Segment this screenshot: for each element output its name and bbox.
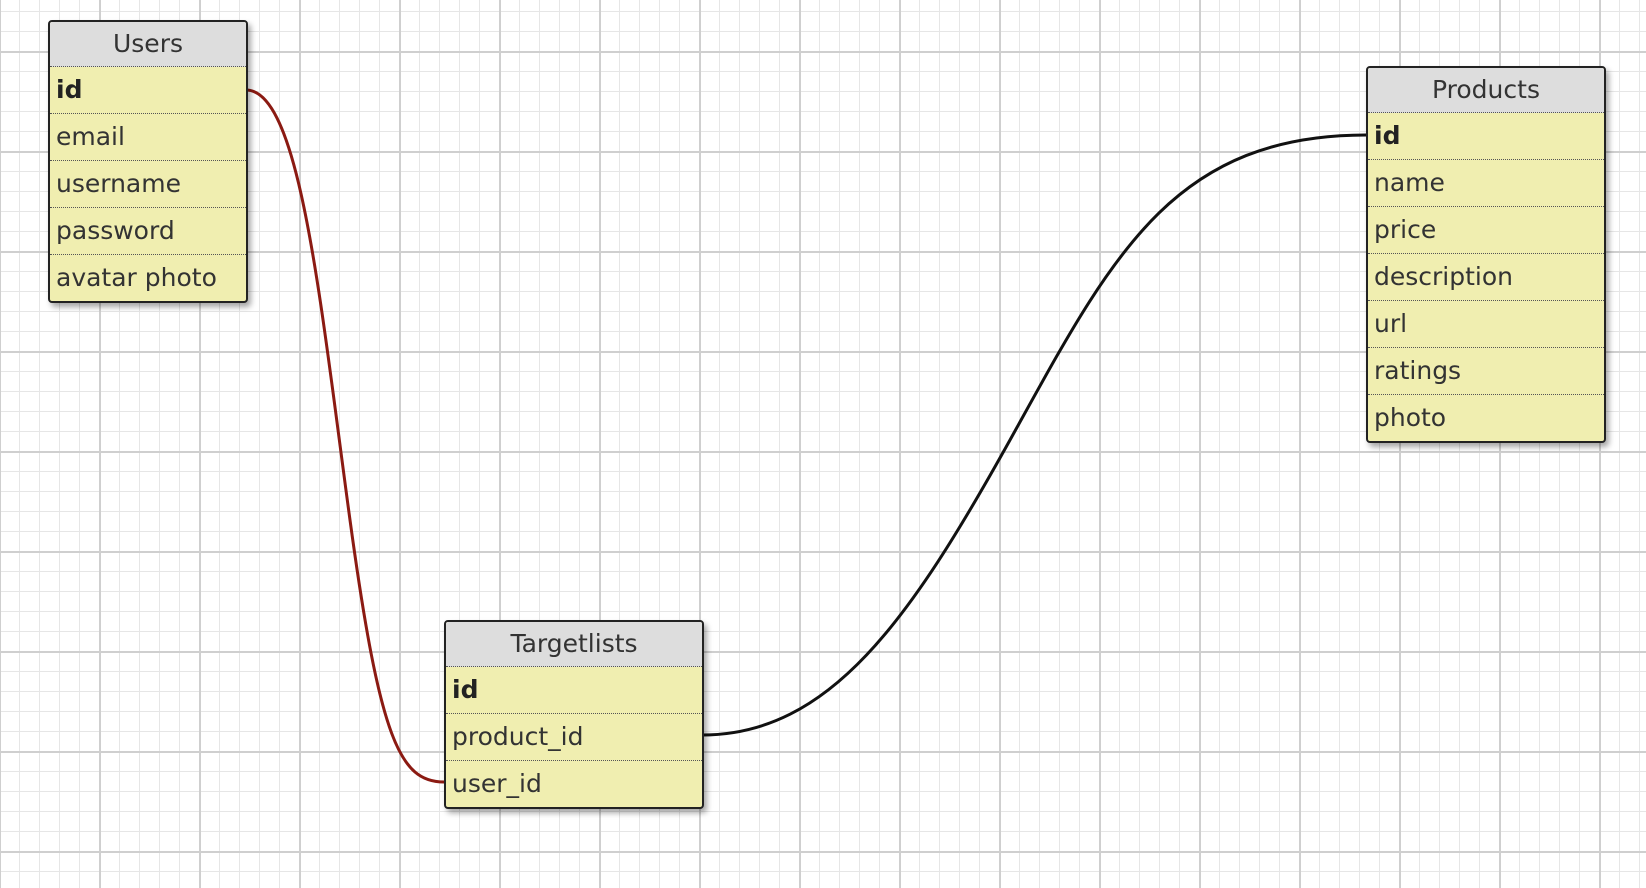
products-field-description[interactable]: description [1368,254,1604,301]
users-table-header[interactable]: Users [50,22,246,67]
products-table-header[interactable]: Products [1368,68,1604,113]
products-field-url[interactable]: url [1368,301,1604,348]
products-field-price[interactable]: price [1368,207,1604,254]
products-field-id[interactable]: id [1368,113,1604,160]
users-field-password[interactable]: password [50,208,246,255]
products-field-photo[interactable]: photo [1368,395,1604,441]
users-field-avatar-photo[interactable]: avatar photo [50,255,246,301]
relation-products-id-to-targetlists-product-id[interactable] [701,133,1367,737]
relation-users-id-to-targetlists-user-id[interactable] [245,88,445,784]
users-field-email[interactable]: email [50,114,246,161]
users-field-username[interactable]: username [50,161,246,208]
users-field-id[interactable]: id [50,67,246,114]
products-table[interactable]: Products id name price description url r… [1366,66,1606,443]
targetlists-field-id[interactable]: id [446,667,702,714]
users-table[interactable]: Users id email username password avatar … [48,20,248,303]
targetlists-table-header[interactable]: Targetlists [446,622,702,667]
products-field-ratings[interactable]: ratings [1368,348,1604,395]
products-field-name[interactable]: name [1368,160,1604,207]
targetlists-table[interactable]: Targetlists id product_id user_id [444,620,704,809]
targetlists-field-product-id[interactable]: product_id [446,714,702,761]
targetlists-field-user-id[interactable]: user_id [446,761,702,807]
diagram-canvas[interactable]: Users id email username password avatar … [0,0,1646,888]
